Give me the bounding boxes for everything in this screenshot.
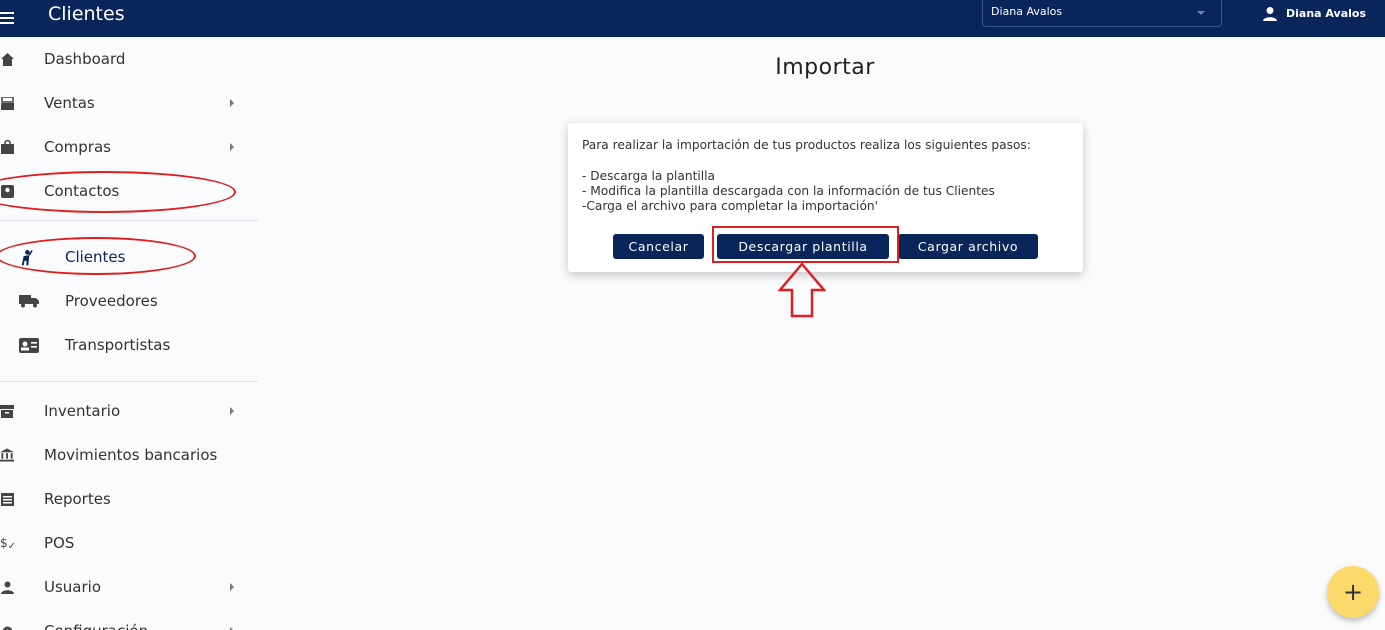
sidebar-item-label: Inventario <box>44 402 121 420</box>
plus-icon: + <box>1342 578 1364 606</box>
sidebar-item-label: Ventas <box>44 94 95 112</box>
step-item: - Modifica la plantilla descargada con l… <box>582 184 995 198</box>
home-icon <box>0 51 14 67</box>
gear-icon <box>0 623 14 630</box>
sidebar-item-label: Proveedores <box>65 292 158 310</box>
sidebar-item-ventas[interactable]: Ventas <box>0 81 258 125</box>
step-item: - Descarga la plantilla <box>582 169 715 183</box>
sidebar-item-contactos[interactable]: Contactos <box>0 169 258 213</box>
sidebar-item-inventario[interactable]: Inventario <box>0 389 258 433</box>
add-fab-button[interactable]: + <box>1327 566 1379 618</box>
upload-file-button[interactable]: Cargar archivo <box>898 234 1038 259</box>
account-button[interactable]: Diana Avalos <box>1262 0 1366 27</box>
chevron-down-icon <box>1197 11 1205 15</box>
sidebar-item-label: Movimientos bancarios <box>44 446 218 464</box>
sidebar-item-label: Clientes <box>65 248 126 266</box>
bag-icon <box>0 139 14 155</box>
sidebar-item-label: Usuario <box>44 578 102 596</box>
id-card-icon <box>19 337 39 353</box>
sidebar-item-reportes[interactable]: Reportes <box>0 477 258 521</box>
chevron-right-icon <box>230 99 234 107</box>
register-icon <box>0 95 14 111</box>
sidebar-item-compras[interactable]: Compras <box>0 125 258 169</box>
sidebar-item-label: Transportistas <box>65 336 171 354</box>
chevron-right-icon <box>230 407 234 415</box>
sidebar-item-label: Configuración <box>44 622 148 630</box>
sidebar-item-clientes[interactable]: Clientes <box>0 235 258 279</box>
sidebar: Dashboard Ventas Compras Contactos Clien… <box>0 37 258 630</box>
truck-icon <box>19 293 39 309</box>
sidebar-item-label: Dashboard <box>44 50 126 68</box>
sidebar-item-label: Contactos <box>44 182 120 200</box>
annotation-up-arrow-icon <box>778 262 826 318</box>
sidebar-item-label: POS <box>44 534 75 552</box>
dialog-intro: Para realizar la importación de tus prod… <box>582 138 1031 152</box>
user-select-value: Diana Avalos <box>991 5 1063 18</box>
sidebar-item-transportistas[interactable]: Transportistas <box>0 323 258 367</box>
report-icon <box>0 491 14 507</box>
chevron-right-icon <box>230 143 234 151</box>
page-header-title: Clientes <box>48 3 125 25</box>
archive-icon <box>0 403 14 419</box>
sidebar-item-label: Compras <box>44 138 111 156</box>
cancel-button[interactable]: Cancelar <box>613 234 704 259</box>
sidebar-item-dashboard[interactable]: Dashboard <box>0 37 258 81</box>
page-title: Importar <box>775 55 875 80</box>
sidebar-item-pos[interactable]: $ ✓ POS <box>0 521 258 565</box>
chevron-right-icon <box>230 583 234 591</box>
step-item: -Carga el archivo para completar la impo… <box>582 199 878 213</box>
sidebar-divider <box>0 381 258 382</box>
sidebar-item-movimientos-bancarios[interactable]: Movimientos bancarios <box>0 433 258 477</box>
annotation-highlight-rect <box>712 226 899 263</box>
sidebar-divider <box>0 220 258 221</box>
contacts-icon <box>0 183 14 199</box>
client-icon <box>19 249 33 265</box>
user-icon <box>0 579 14 595</box>
user-select[interactable]: Diana Avalos <box>982 0 1222 27</box>
account-name: Diana Avalos <box>1286 7 1366 20</box>
sidebar-item-label: Reportes <box>44 490 111 508</box>
top-app-bar: Clientes Diana Avalos Diana Avalos <box>0 0 1385 37</box>
sidebar-item-usuario[interactable]: Usuario <box>0 565 258 609</box>
sidebar-item-proveedores[interactable]: Proveedores <box>0 279 258 323</box>
bank-icon <box>0 447 14 463</box>
dollar-icon: $ ✓ <box>0 536 17 552</box>
user-icon <box>1263 6 1277 21</box>
sidebar-item-configuracion[interactable]: Configuración <box>0 609 258 630</box>
menu-icon[interactable] <box>0 3 20 33</box>
dialog-steps: - Descarga la plantilla - Modifica la pl… <box>582 169 995 214</box>
